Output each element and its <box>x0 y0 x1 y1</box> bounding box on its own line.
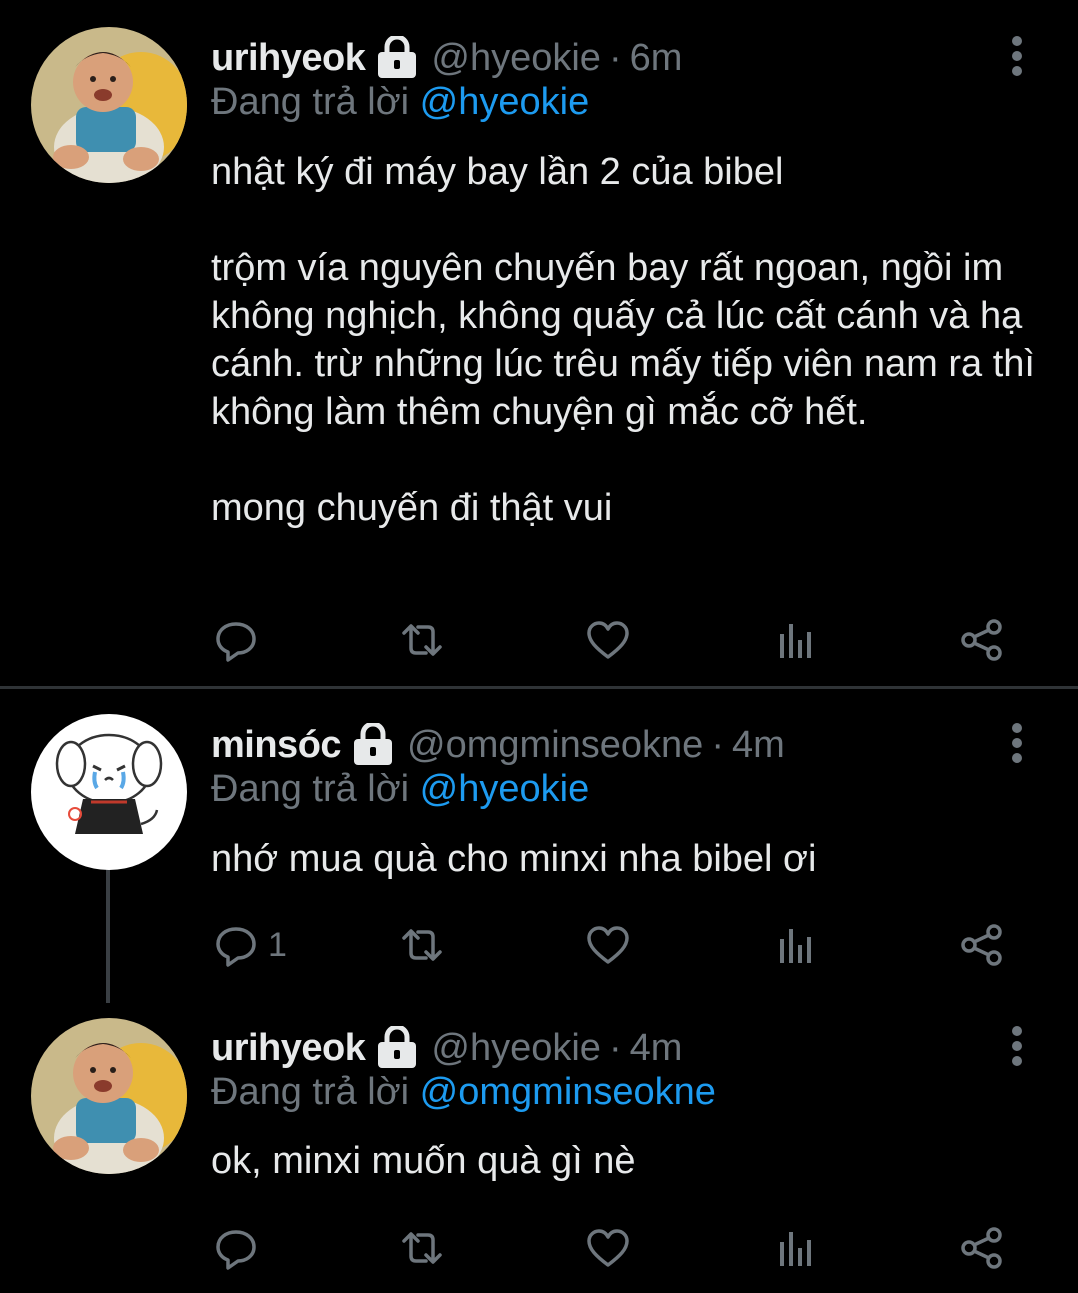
user-handle[interactable]: @hyeokie <box>431 37 601 80</box>
action-bar <box>0 615 1078 665</box>
tweet-3[interactable]: urihyeok @hyeokie · 4m Đang trả lời @omg… <box>0 995 1078 1293</box>
avatar[interactable] <box>31 1018 187 1174</box>
heart-icon <box>587 621 629 659</box>
tweet-text: ok, minxi muốn quà gì nè <box>211 1137 1051 1185</box>
retweet-button[interactable] <box>400 920 444 970</box>
tweet-2[interactable]: minsóc @omgminseokne · 4m Đang trả lời @… <box>0 690 1078 1010</box>
display-name[interactable]: minsóc <box>211 724 342 767</box>
share-icon <box>961 1227 1002 1269</box>
tweet-paragraph: trộm vía nguyên chuyến bay rất ngoan, ng… <box>211 247 1035 433</box>
reply-button[interactable] <box>214 1223 268 1273</box>
timestamp[interactable]: 4m <box>732 724 785 767</box>
reply-icon <box>216 1230 256 1270</box>
timestamp[interactable]: 6m <box>630 37 683 80</box>
more-vertical-icon[interactable] <box>1003 1024 1031 1068</box>
tweet-paragraph: ok, minxi muốn quà gì nè <box>211 1140 636 1182</box>
tweet-text: nhật ký đi máy bay lần 2 của bibel trộm … <box>211 148 1051 532</box>
heart-icon <box>587 926 629 964</box>
share-button[interactable] <box>960 920 1004 970</box>
more-vertical-icon[interactable] <box>1003 721 1031 765</box>
retweet-icon <box>402 624 442 656</box>
analytics-icon <box>780 1232 811 1266</box>
retweet-button[interactable] <box>400 615 444 665</box>
tweet-paragraph: nhật ký đi máy bay lần 2 của bibel <box>211 151 784 193</box>
reply-icon <box>216 622 256 662</box>
tweet-paragraph: mong chuyến đi thật vui <box>211 487 613 529</box>
share-button[interactable] <box>960 615 1004 665</box>
share-button[interactable] <box>960 1223 1004 1273</box>
retweet-button[interactable] <box>400 1223 444 1273</box>
lock-icon <box>375 36 419 80</box>
tweet-divider <box>0 686 1078 689</box>
analytics-icon <box>780 624 811 658</box>
reply-button[interactable] <box>214 615 268 665</box>
analytics-icon <box>780 929 811 963</box>
reply-count: 1 <box>268 925 287 964</box>
replying-to-label: Đang trả lời <box>211 768 410 810</box>
action-bar: 1 <box>0 920 1078 970</box>
like-button[interactable] <box>586 1223 630 1273</box>
tweet-header: minsóc @omgminseokne · 4m <box>211 720 785 770</box>
tweet-1[interactable]: urihyeok @hyeokie · 6m Đang trả lời @hye… <box>0 0 1078 688</box>
retweet-icon <box>402 929 442 961</box>
timestamp[interactable]: 4m <box>630 1027 683 1070</box>
avatar[interactable] <box>31 714 187 870</box>
action-bar <box>0 1223 1078 1273</box>
analytics-button[interactable] <box>774 615 818 665</box>
more-vertical-icon[interactable] <box>1003 34 1031 78</box>
analytics-button[interactable] <box>774 1223 818 1273</box>
reply-icon <box>216 927 256 967</box>
lock-icon <box>375 1026 419 1070</box>
replying-to: Đang trả lời @hyeokie <box>211 768 589 818</box>
heart-icon <box>587 1229 629 1267</box>
tweet-header: urihyeok @hyeokie · 6m <box>211 33 682 83</box>
replying-to-label: Đang trả lời <box>211 81 410 123</box>
avatar[interactable] <box>31 27 187 183</box>
like-button[interactable] <box>586 920 630 970</box>
replying-to: Đang trả lời @omgminseokne <box>211 1071 716 1121</box>
separator-dot: · <box>711 723 724 766</box>
tweet-text: nhớ mua quà cho minxi nha bibel ơi <box>211 835 1051 883</box>
tweet-header: urihyeok @hyeokie · 4m <box>211 1023 682 1073</box>
mention-link[interactable]: @omgminseokne <box>420 1071 716 1113</box>
share-icon <box>961 924 1002 966</box>
analytics-button[interactable] <box>774 920 818 970</box>
display-name[interactable]: urihyeok <box>211 37 366 80</box>
mention-link[interactable]: @hyeokie <box>420 81 590 123</box>
separator-dot: · <box>608 36 622 79</box>
reply-button[interactable]: 1 <box>214 920 287 970</box>
retweet-icon <box>402 1232 442 1264</box>
lock-icon <box>351 723 395 767</box>
tweet-paragraph: nhớ mua quà cho minxi nha bibel ơi <box>211 838 817 880</box>
like-button[interactable] <box>586 615 630 665</box>
user-handle[interactable]: @omgminseokne <box>407 724 703 767</box>
display-name[interactable]: urihyeok <box>211 1027 366 1070</box>
mention-link[interactable]: @hyeokie <box>420 768 590 810</box>
user-handle[interactable]: @hyeokie <box>431 1027 601 1070</box>
replying-to: Đang trả lời @hyeokie <box>211 81 589 131</box>
share-icon <box>961 619 1002 661</box>
replying-to-label: Đang trả lời <box>211 1071 410 1113</box>
separator-dot: · <box>608 1026 622 1069</box>
